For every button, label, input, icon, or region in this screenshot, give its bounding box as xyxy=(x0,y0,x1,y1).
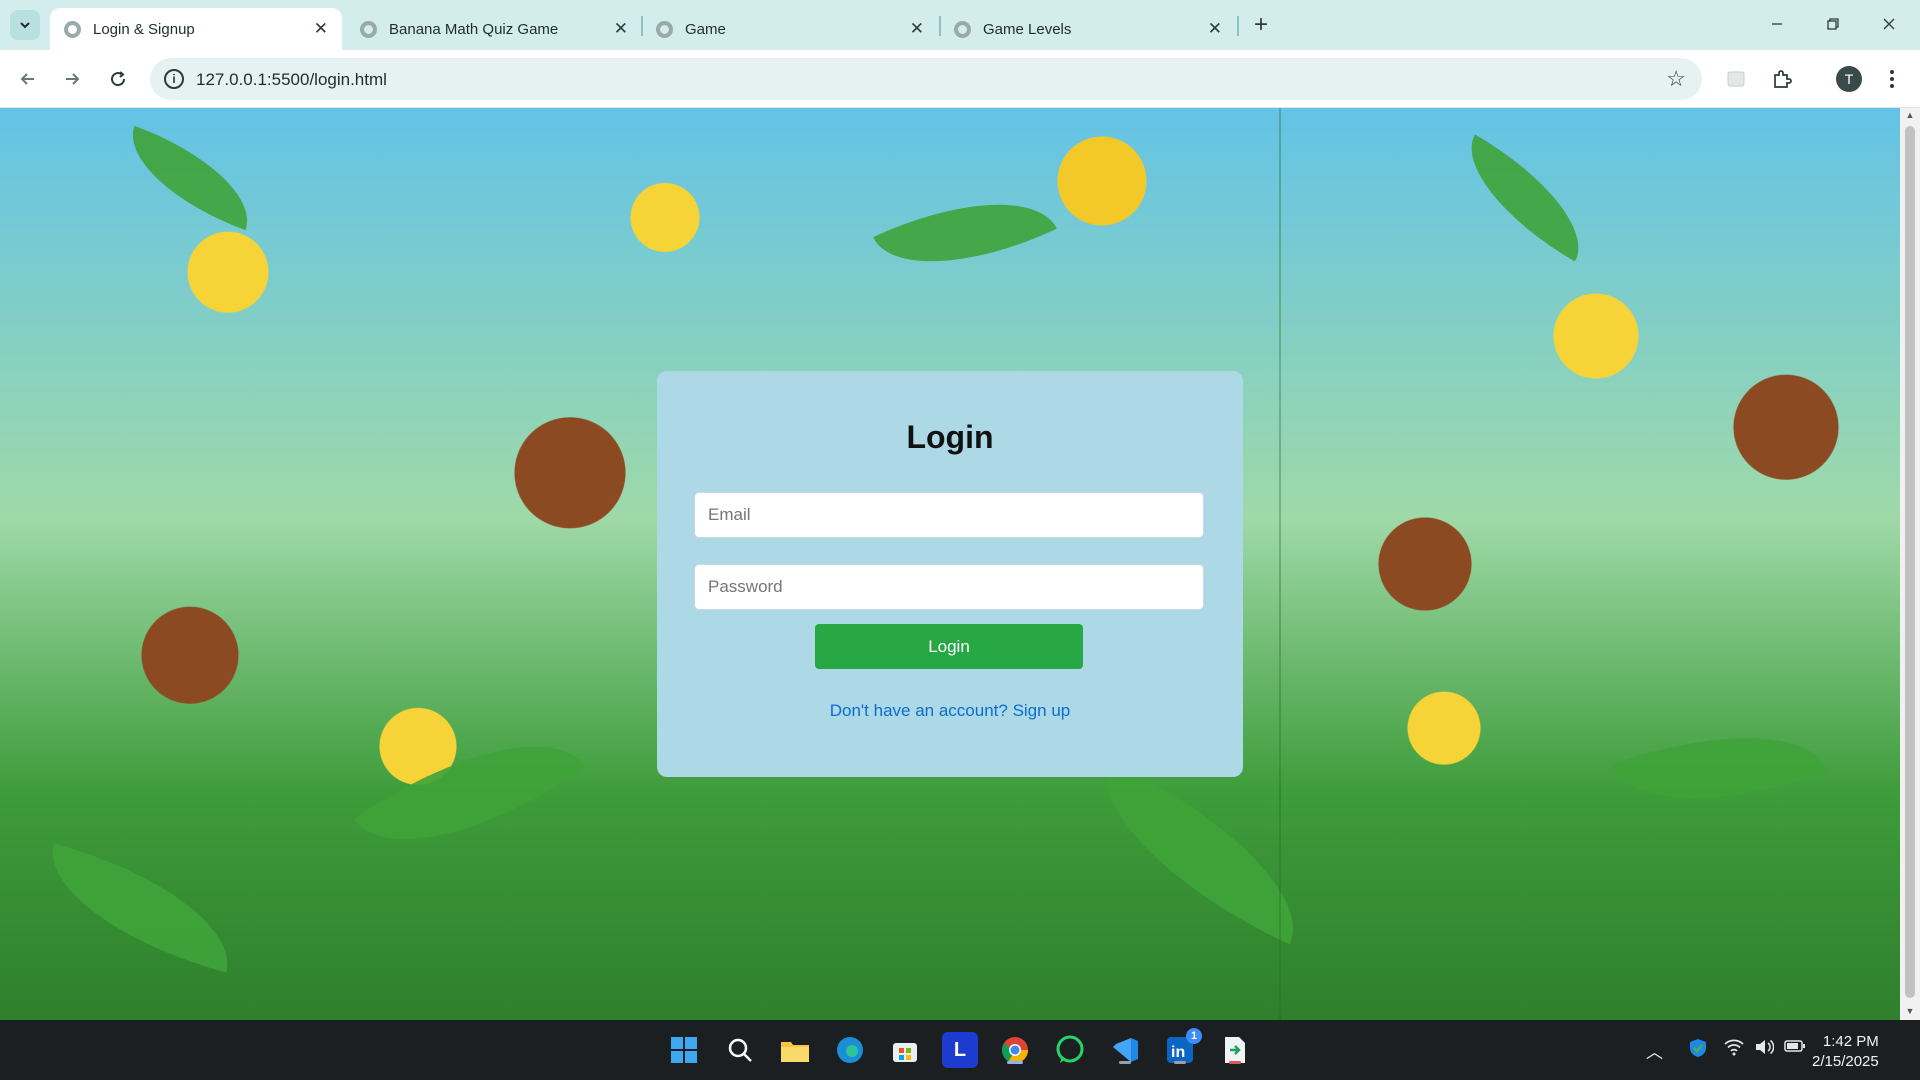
leaf-decoration xyxy=(113,125,267,231)
reload-button[interactable] xyxy=(102,63,134,95)
scroll-thumb[interactable] xyxy=(1905,126,1915,998)
page-scrollbar[interactable]: ▲ ▼ xyxy=(1900,108,1920,1020)
chrome-icon[interactable] xyxy=(997,1032,1033,1068)
edge-icon[interactable] xyxy=(832,1032,868,1068)
leaf-decoration xyxy=(1445,134,1605,262)
running-indicator xyxy=(1119,1061,1131,1064)
globe-icon xyxy=(656,20,673,38)
system-clock[interactable]: 1:42 PM 2/15/2025 xyxy=(1812,1032,1879,1072)
back-icon xyxy=(20,73,34,85)
tab-search-button[interactable] xyxy=(10,10,40,40)
tab-game-levels[interactable]: Game Levels ✕ xyxy=(940,8,1236,50)
file-app-icon[interactable] xyxy=(1217,1032,1253,1068)
background-tile-seam xyxy=(1279,108,1281,1020)
image-icon xyxy=(1727,71,1745,87)
extension-placeholder-icon[interactable] xyxy=(1720,63,1752,95)
active-indicator xyxy=(1007,1061,1023,1064)
windows-start-icon[interactable] xyxy=(666,1032,702,1068)
scroll-down-icon[interactable]: ▼ xyxy=(1905,1006,1915,1016)
tab-game[interactable]: Game ✕ xyxy=(642,8,938,50)
clock-time: 1:42 PM xyxy=(1822,1033,1879,1050)
svg-text:in: in xyxy=(1171,1044,1185,1061)
forward-button[interactable] xyxy=(56,63,88,95)
login-button[interactable]: Login xyxy=(815,624,1083,669)
chevron-down-icon xyxy=(20,22,30,29)
restore-button[interactable] xyxy=(1806,4,1860,44)
running-indicator xyxy=(1229,1061,1241,1064)
leaf-decoration xyxy=(33,843,247,973)
vscode-icon[interactable] xyxy=(1107,1032,1143,1068)
tab-separator xyxy=(1237,16,1239,36)
login-title: Login xyxy=(906,419,994,455)
wifi-icon[interactable] xyxy=(1724,1038,1744,1061)
restore-icon xyxy=(1827,18,1839,30)
globe-icon xyxy=(954,20,971,38)
close-icon[interactable]: ✕ xyxy=(314,19,328,39)
extensions-icon xyxy=(1774,70,1792,88)
tab-title: Game Levels xyxy=(983,20,1072,38)
leaf-decoration xyxy=(1072,761,1328,945)
file-explorer-icon[interactable] xyxy=(777,1032,813,1068)
reload-icon xyxy=(111,71,126,87)
profile-avatar[interactable]: T xyxy=(1836,66,1862,92)
security-shield-icon[interactable] xyxy=(1688,1038,1708,1063)
l-app-icon[interactable]: L xyxy=(942,1032,978,1068)
window-close-button[interactable] xyxy=(1862,4,1916,44)
close-icon[interactable]: ✕ xyxy=(614,19,628,39)
globe-icon xyxy=(360,20,377,38)
tab-title: Banana Math Quiz Game xyxy=(389,20,559,38)
menu-button[interactable] xyxy=(1876,63,1908,95)
leaf-decoration xyxy=(1612,696,1828,840)
password-input[interactable] xyxy=(694,564,1204,610)
star-icon[interactable]: ☆ xyxy=(1666,66,1686,92)
login-card: Login Login Don't have an account? Sign … xyxy=(657,371,1243,777)
tab-banana-math-quiz[interactable]: Banana Math Quiz Game ✕ xyxy=(346,8,642,50)
signup-link[interactable]: Don't have an account? Sign up xyxy=(657,701,1243,721)
tab-title: Login & Signup xyxy=(93,20,195,38)
volume-icon[interactable] xyxy=(1754,1038,1775,1061)
scroll-up-icon[interactable]: ▲ xyxy=(1905,110,1915,120)
back-button[interactable] xyxy=(12,63,44,95)
close-icon[interactable]: ✕ xyxy=(1208,19,1222,39)
browser-toolbar: i 127.0.0.1:5500/login.html ☆ T xyxy=(0,50,1920,108)
email-input[interactable] xyxy=(694,492,1204,538)
address-bar[interactable]: i 127.0.0.1:5500/login.html ☆ xyxy=(150,58,1702,100)
minimize-icon xyxy=(1772,23,1782,25)
leaf-decoration xyxy=(873,165,1057,301)
linkedin-icon[interactable]: in 1 xyxy=(1162,1028,1202,1068)
leaf-decoration xyxy=(354,693,586,893)
forward-icon xyxy=(66,73,80,85)
notification-badge: 1 xyxy=(1186,1028,1202,1044)
chevron-up-icon[interactable]: ︿ xyxy=(1646,1038,1663,1063)
new-tab-button[interactable]: + xyxy=(1246,10,1276,40)
tab-strip: Login & Signup ✕ Banana Math Quiz Game ✕… xyxy=(0,0,1920,50)
minimize-button[interactable] xyxy=(1750,4,1804,44)
clock-date: 2/15/2025 xyxy=(1812,1053,1879,1070)
tab-title: Game xyxy=(685,20,726,38)
running-indicator xyxy=(1174,1061,1186,1064)
battery-icon[interactable] xyxy=(1784,1038,1806,1058)
taskbar: L in 1 ︿ 1:42 PM 2/15/2025 xyxy=(0,1020,1920,1080)
close-icon[interactable]: ✕ xyxy=(910,19,924,39)
whatsapp-icon[interactable] xyxy=(1052,1032,1088,1068)
tab-login-signup[interactable]: Login & Signup ✕ xyxy=(50,8,342,50)
url-text[interactable]: 127.0.0.1:5500/login.html xyxy=(196,70,387,90)
close-icon xyxy=(1883,18,1895,30)
menu-icon xyxy=(1890,70,1894,88)
microsoft-store-icon[interactable] xyxy=(887,1032,923,1068)
info-icon[interactable]: i xyxy=(164,69,184,89)
search-icon[interactable] xyxy=(722,1032,758,1068)
extensions-button[interactable] xyxy=(1766,63,1798,95)
globe-icon xyxy=(64,20,81,38)
